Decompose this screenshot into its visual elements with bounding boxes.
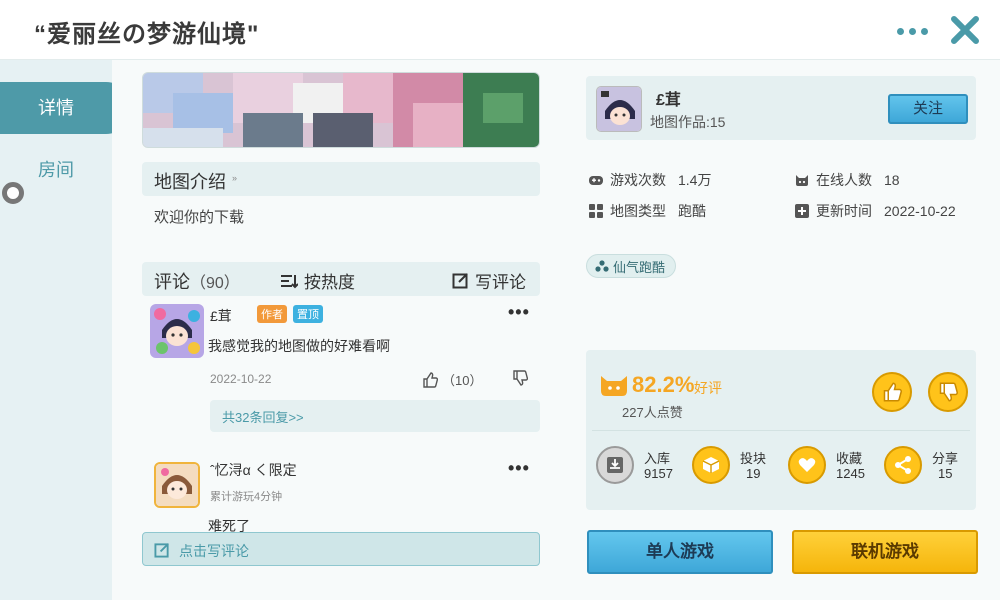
sort-icon xyxy=(281,274,298,288)
favorite-label: 收藏 xyxy=(836,451,863,466)
favorite-count: 1245 xyxy=(836,466,865,481)
info-panel: £茸 地图作品:15 关注 游戏次数 1.4万 在线人数 18 地图类型 跑酷 … xyxy=(552,60,1000,600)
block-icon xyxy=(702,457,720,473)
thumbs-up-icon xyxy=(423,371,438,388)
page-title: “爱丽丝の梦游仙境" xyxy=(34,21,260,48)
gamepad-icon xyxy=(589,176,603,185)
share-button[interactable] xyxy=(884,446,922,484)
download-tray-icon xyxy=(607,457,623,473)
close-icon[interactable] xyxy=(948,13,982,47)
map-type-stat: 地图类型 跑酷 xyxy=(588,201,706,221)
rating-percent: 82.2% xyxy=(632,372,695,397)
map-intro-text: 欢迎你的下载 xyxy=(154,209,245,226)
upvote-button[interactable] xyxy=(872,372,912,412)
replies-label: 共32条回复>> xyxy=(222,410,304,425)
heart-icon xyxy=(798,458,816,472)
play-time-text: 累计游玩4分钟 xyxy=(210,491,283,503)
block-count: 19 xyxy=(746,466,761,481)
rating-count: 227人点赞 xyxy=(622,405,683,420)
details-column: 地图介绍 » 欢迎你的下载 评论（90） 按热度 写评论 £茸 作者 置顶 ••… xyxy=(112,60,552,600)
edit-icon xyxy=(452,273,468,289)
map-type-label: 地图类型 xyxy=(610,203,666,219)
online-count-label: 在线人数 xyxy=(816,172,872,188)
sort-label: 按热度 xyxy=(304,273,355,292)
block-label: 投块 xyxy=(740,451,767,466)
thumbs-down-icon[interactable] xyxy=(512,370,528,386)
comments-count: （90） xyxy=(190,275,240,292)
view-replies-button[interactable]: 共32条回复>> xyxy=(210,400,540,432)
play-count-label: 游戏次数 xyxy=(610,172,666,188)
comment-more-icon[interactable]: ••• xyxy=(508,458,530,479)
thumbs-up-icon xyxy=(883,382,902,402)
map-tag-chip[interactable]: 仙气跑酷 xyxy=(586,254,677,278)
grid-icon xyxy=(589,204,603,218)
map-type-value: 跑酷 xyxy=(678,203,706,219)
comment-author-name[interactable]: ˆ忆浔α く限定 xyxy=(210,460,297,480)
write-comment-label: 写评论 xyxy=(475,273,526,292)
update-time-stat: 更新时间 2022-10-22 xyxy=(794,201,956,221)
divider xyxy=(592,430,970,431)
pinned-badge: 置顶 xyxy=(293,305,323,323)
like-count: （10） xyxy=(442,373,483,388)
library-label: 入库 xyxy=(644,451,671,466)
map-intro-title: 地图介绍 xyxy=(154,172,226,192)
sort-by-hot-button[interactable]: 按热度 xyxy=(280,268,355,293)
indicator-ring-icon xyxy=(2,182,24,204)
comment-more-icon[interactable]: ••• xyxy=(508,302,530,323)
library-count: 9157 xyxy=(644,466,673,481)
comments-title-group: 评论（90） xyxy=(154,268,240,294)
avatar[interactable] xyxy=(154,462,200,508)
expand-arrow-icon[interactable]: » xyxy=(232,173,237,183)
follow-button[interactable]: 关注 xyxy=(888,94,968,124)
author-name[interactable]: £茸 xyxy=(656,86,681,110)
author-avatar[interactable] xyxy=(596,86,642,132)
update-time-label: 更新时间 xyxy=(816,203,872,219)
author-badge: 作者 xyxy=(257,305,287,323)
comment-author-name[interactable]: £茸 xyxy=(210,306,232,326)
comment-date: 2022-10-22 xyxy=(210,372,272,386)
share-count: 15 xyxy=(938,466,953,481)
online-users-icon xyxy=(796,175,808,186)
header-bar: “爱丽丝の梦游仙境" xyxy=(0,0,1000,60)
like-button[interactable]: （10） xyxy=(422,370,482,389)
avatar[interactable] xyxy=(150,304,204,358)
share-icon xyxy=(895,456,911,474)
map-screenshot[interactable] xyxy=(142,72,540,148)
online-count-stat: 在线人数 18 xyxy=(794,170,900,190)
play-count-stat: 游戏次数 1.4万 xyxy=(588,170,711,190)
favorite-button[interactable] xyxy=(788,446,826,484)
sidebar: 详情 房间 xyxy=(0,60,132,600)
add-to-library-button[interactable] xyxy=(596,446,634,484)
write-comment-input[interactable]: 点击写评论 xyxy=(142,532,540,566)
comment-text: 我感觉我的地图做的好难看啊 xyxy=(208,338,390,354)
rating-label: 好评 xyxy=(694,380,722,396)
edit-icon xyxy=(154,543,169,558)
author-works: 地图作品:15 xyxy=(650,114,726,130)
single-player-button[interactable]: 单人游戏 xyxy=(587,530,773,574)
write-comment-placeholder: 点击写评论 xyxy=(179,543,249,559)
rating-panel: 82.2% 好评 227人点赞 入库 9157 投块 19 收藏 1245 分享… xyxy=(586,350,976,510)
update-time-value: 2022-10-22 xyxy=(884,203,956,219)
comments-header: 评论（90） 按热度 写评论 xyxy=(142,262,540,296)
map-tag-label: 仙气跑酷 xyxy=(613,259,666,275)
mascot-icon xyxy=(601,376,627,396)
more-options-icon[interactable] xyxy=(892,16,932,46)
give-block-button[interactable] xyxy=(692,446,730,484)
downvote-button[interactable] xyxy=(928,372,968,412)
comments-title: 评论 xyxy=(154,272,190,292)
author-card: £茸 地图作品:15 关注 xyxy=(586,76,976,140)
share-label: 分享 xyxy=(932,451,959,466)
multiplayer-button[interactable]: 联机游戏 xyxy=(792,530,978,574)
write-comment-button[interactable]: 写评论 xyxy=(452,268,526,293)
tag-cluster-icon xyxy=(595,260,609,272)
online-count-value: 18 xyxy=(884,172,900,188)
map-intro-header: 地图介绍 » xyxy=(142,162,540,196)
thumbs-down-icon xyxy=(939,382,958,402)
plus-square-icon xyxy=(795,204,809,218)
play-count-value: 1.4万 xyxy=(678,172,712,188)
